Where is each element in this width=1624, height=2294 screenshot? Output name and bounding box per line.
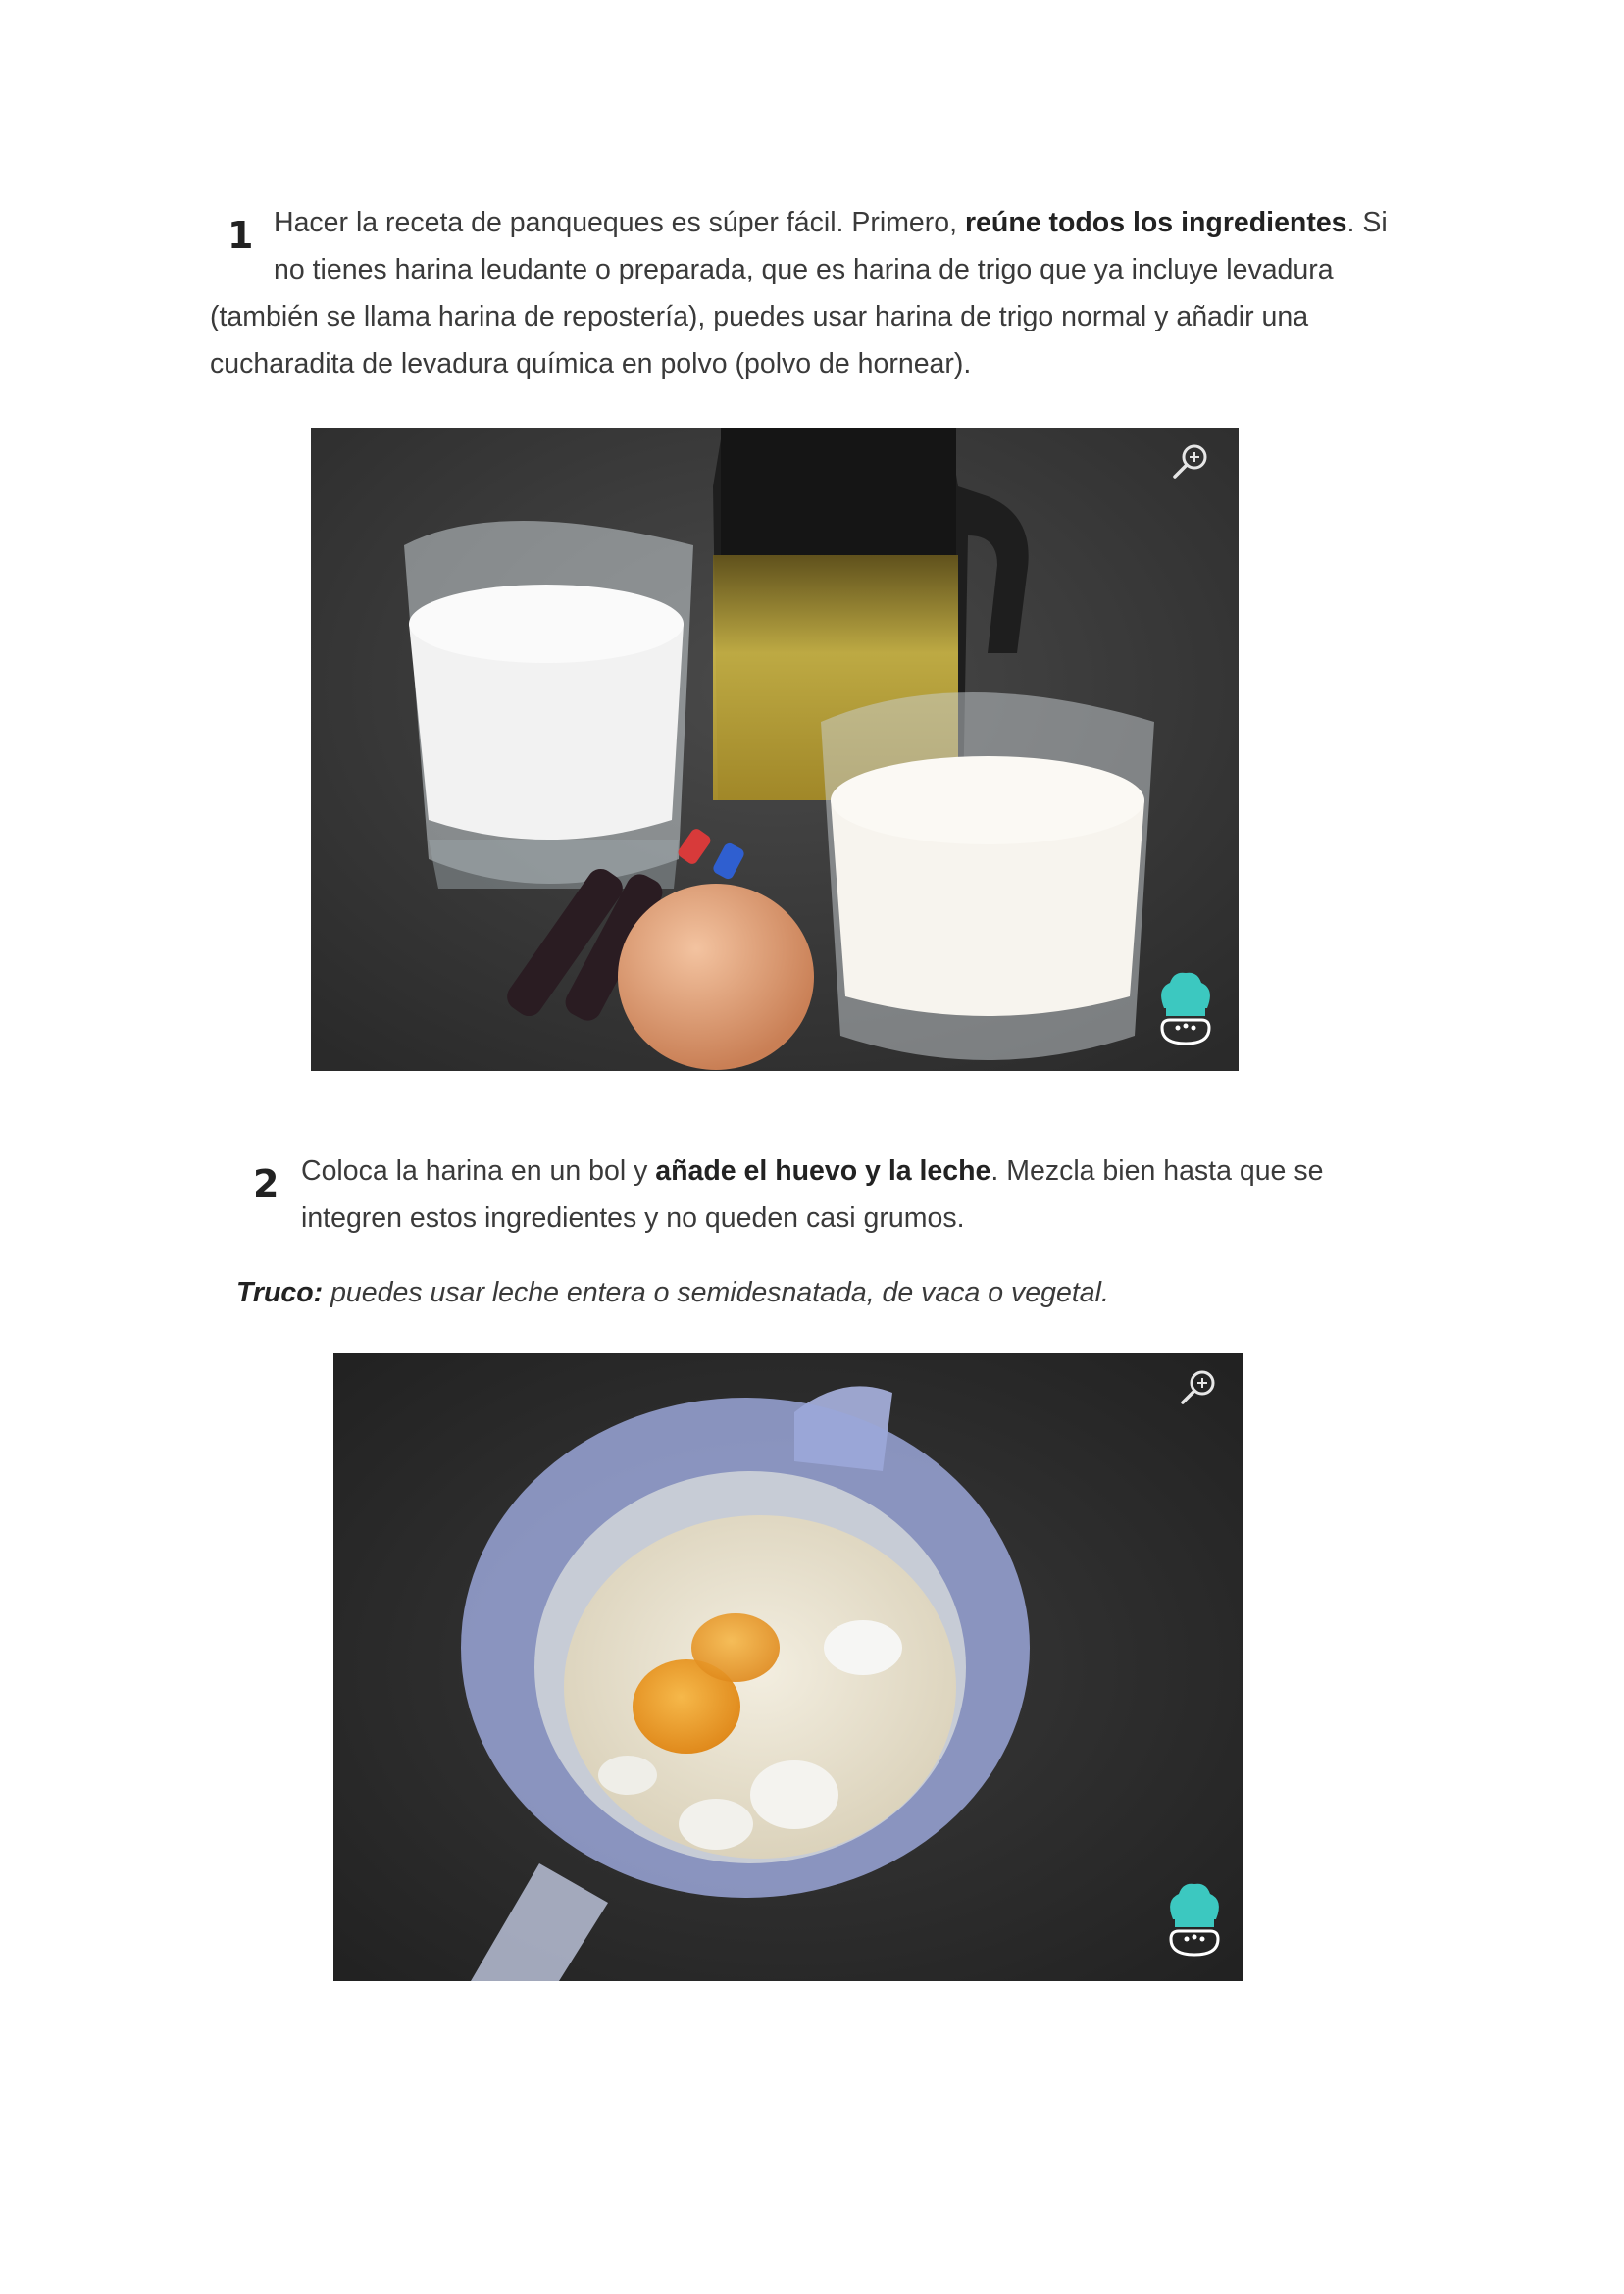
chef-hat-logo-icon bbox=[1156, 967, 1215, 1050]
step-number: 2 bbox=[253, 1162, 279, 1205]
tip-text: Truco: puedes usar leche entera o semide… bbox=[236, 1277, 1109, 1308]
step-2-line-1: Coloca la harina en un bol y añade el hu… bbox=[301, 1155, 1324, 1187]
mixing-photo[interactable] bbox=[333, 1353, 1243, 1981]
step-1-line-1: Hacer la receta de panqueques es súper f… bbox=[274, 207, 1388, 238]
zoom-in-icon[interactable] bbox=[1171, 441, 1210, 481]
step-2-line-2: integren estos ingredientes y no queden … bbox=[301, 1202, 965, 1234]
step-number: 1 bbox=[228, 214, 254, 257]
step-1-line-2: no tienes harina leudante o preparada, q… bbox=[274, 254, 1334, 285]
step-1-line-3: (también se llama harina de repostería),… bbox=[210, 301, 1309, 332]
ingredients-photo[interactable] bbox=[311, 428, 1239, 1071]
tip-label: Truco: bbox=[236, 1277, 324, 1308]
zoom-in-icon[interactable] bbox=[1179, 1367, 1218, 1406]
step-1-line-4: cucharadita de levadura química en polvo… bbox=[210, 348, 972, 380]
chef-hat-logo-icon bbox=[1165, 1878, 1224, 1962]
